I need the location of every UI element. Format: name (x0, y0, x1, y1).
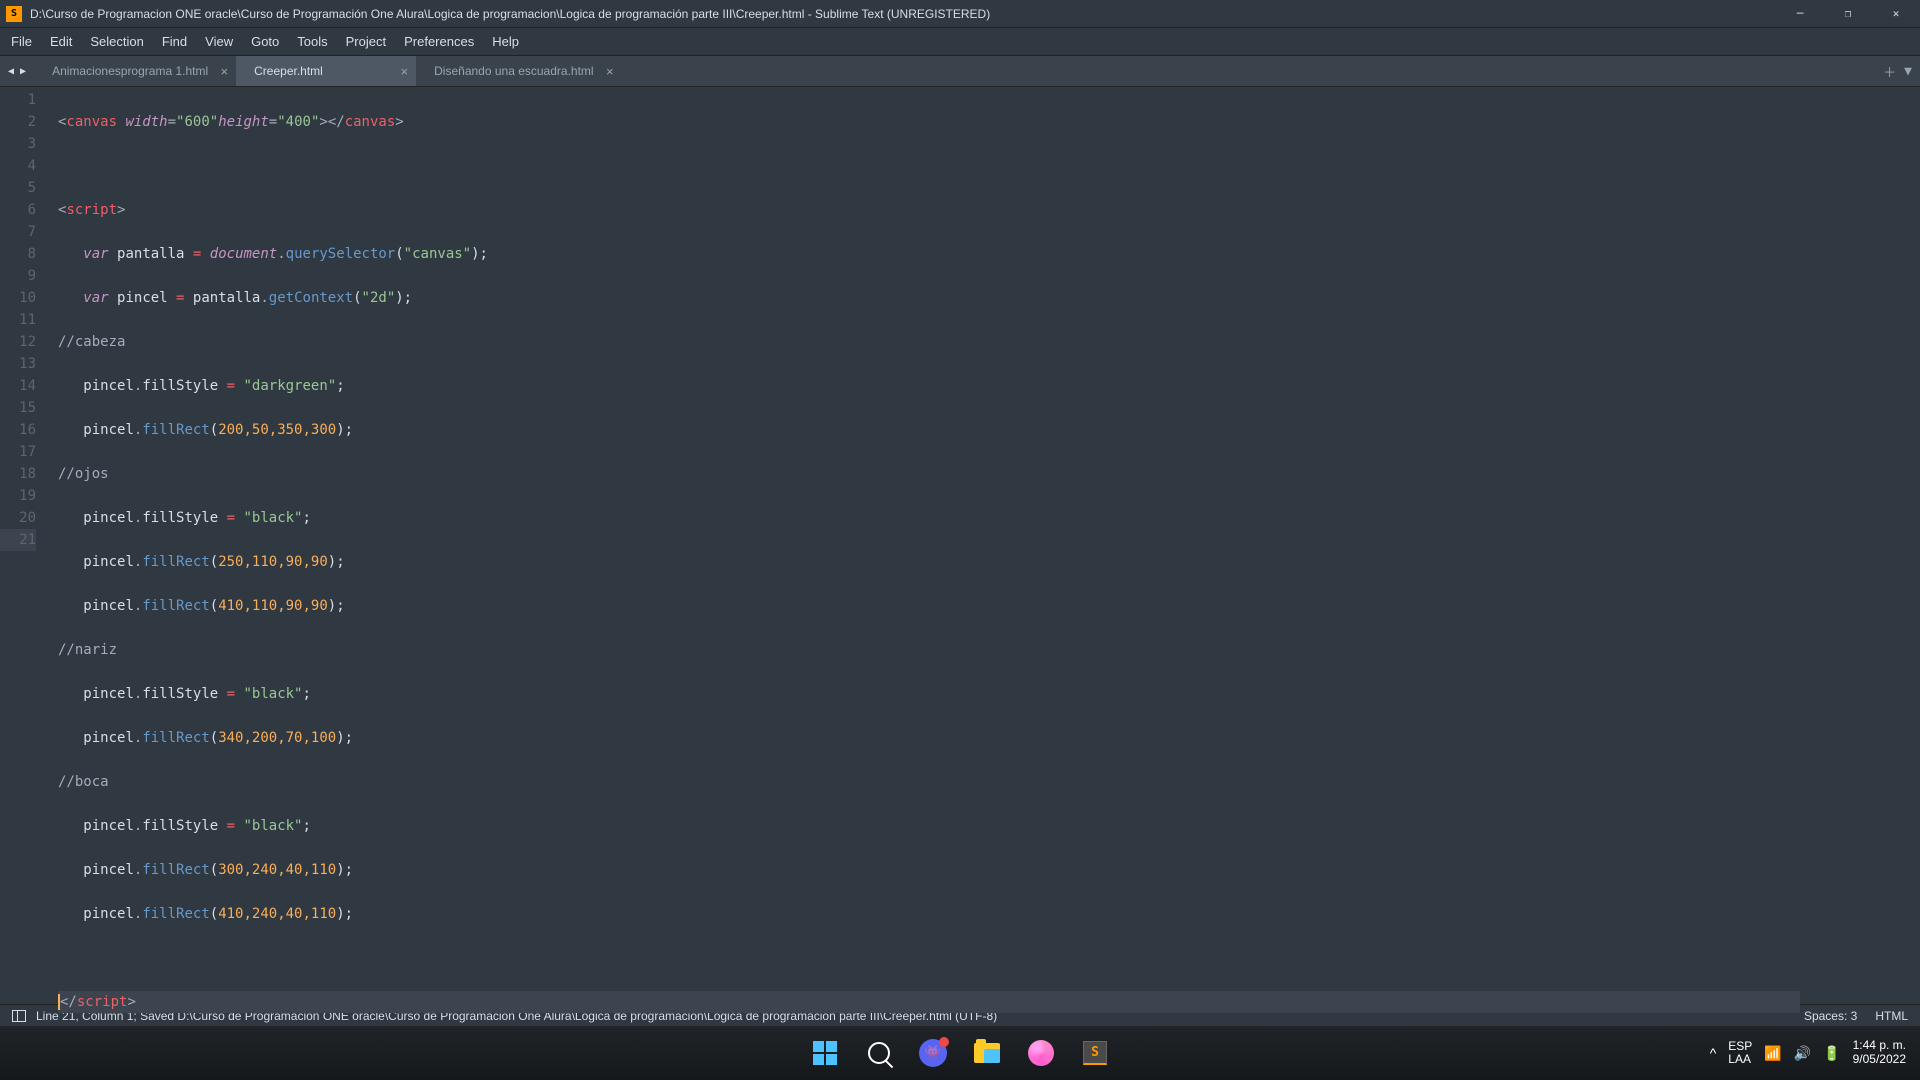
tab-escuadra[interactable]: Diseñando una escuadra.html × (416, 56, 621, 86)
editor-area: 1234 5678 9101112 13141516 17181920 21 <… (0, 87, 1920, 1004)
tab-close-icon[interactable]: × (221, 64, 229, 79)
menu-find[interactable]: Find (153, 30, 196, 53)
tabbar: ◀ ▶ Animacionesprograma 1.html × Creeper… (0, 55, 1920, 87)
tab-label: Diseñando una escuadra.html (434, 64, 593, 78)
menu-edit[interactable]: Edit (41, 30, 81, 53)
close-button[interactable]: ✕ (1872, 0, 1920, 28)
volume-icon[interactable]: 🔊 (1794, 1045, 1811, 1062)
menu-tools[interactable]: Tools (288, 30, 336, 53)
tab-prev-icon[interactable]: ◀ (6, 64, 16, 79)
code-content[interactable]: <canvas width="600"height="400"></canvas… (50, 87, 1800, 1004)
tab-next-icon[interactable]: ▶ (18, 64, 28, 79)
window-title: D:\Curso de Programacion ONE oracle\Curs… (30, 7, 1776, 21)
battery-icon[interactable]: 🔋 (1823, 1045, 1840, 1062)
windows-taskbar: 👾 S ^ ESP LAA 📶 🔊 🔋 1:44 p. m. 9/05/2022 (0, 1026, 1920, 1080)
clock[interactable]: 1:44 p. m. 9/05/2022 (1853, 1039, 1916, 1067)
menu-view[interactable]: View (196, 30, 242, 53)
system-tray: ^ ESP LAA 📶 🔊 🔋 1:44 p. m. 9/05/2022 (1710, 1026, 1916, 1080)
menu-preferences[interactable]: Preferences (395, 30, 483, 53)
language-indicator[interactable]: ESP LAA (1728, 1040, 1752, 1066)
menu-project[interactable]: Project (337, 30, 395, 53)
tab-dropdown-icon[interactable]: ▼ (1904, 64, 1912, 79)
sublime-icon: S (6, 6, 22, 22)
panel-toggle-icon[interactable] (12, 1010, 26, 1022)
search-button[interactable] (858, 1032, 900, 1074)
menu-selection[interactable]: Selection (81, 30, 152, 53)
tab-label: Animacionesprograma 1.html (52, 64, 208, 78)
menu-file[interactable]: File (2, 30, 41, 53)
firefox-icon[interactable] (1020, 1032, 1062, 1074)
tab-nav: ◀ ▶ (0, 56, 34, 86)
wifi-icon[interactable]: 📶 (1764, 1045, 1781, 1062)
file-explorer-icon[interactable] (966, 1032, 1008, 1074)
status-syntax[interactable]: HTML (1875, 1009, 1908, 1023)
maximize-button[interactable]: ❐ (1824, 0, 1872, 28)
new-tab-icon[interactable]: ＋ (1883, 62, 1896, 81)
tab-animaciones[interactable]: Animacionesprograma 1.html × (34, 56, 236, 86)
tab-label: Creeper.html (254, 64, 323, 78)
minimize-button[interactable]: ─ (1776, 0, 1824, 28)
menubar: File Edit Selection Find View Goto Tools… (0, 28, 1920, 55)
status-spaces[interactable]: Spaces: 3 (1804, 1009, 1857, 1023)
tab-close-icon[interactable]: × (401, 64, 409, 79)
tab-actions: ＋ ▼ (1875, 56, 1920, 86)
menu-goto[interactable]: Goto (242, 30, 288, 53)
sublime-text-icon[interactable]: S (1074, 1032, 1116, 1074)
taskbar-apps: 👾 S (804, 1032, 1116, 1074)
window-controls: ─ ❐ ✕ (1776, 0, 1920, 28)
tray-chevron-icon[interactable]: ^ (1710, 1045, 1717, 1061)
code-editor[interactable]: 1234 5678 9101112 13141516 17181920 21 <… (0, 87, 1920, 1004)
menu-help[interactable]: Help (483, 30, 528, 53)
minimap[interactable] (1800, 87, 1920, 1004)
window-titlebar: S D:\Curso de Programacion ONE oracle\Cu… (0, 0, 1920, 28)
line-gutter: 1234 5678 9101112 13141516 17181920 21 (0, 87, 50, 1004)
tab-creeper[interactable]: Creeper.html × (236, 56, 416, 86)
start-button[interactable] (804, 1032, 846, 1074)
tab-close-icon[interactable]: × (606, 64, 614, 79)
discord-app-icon[interactable]: 👾 (912, 1032, 954, 1074)
